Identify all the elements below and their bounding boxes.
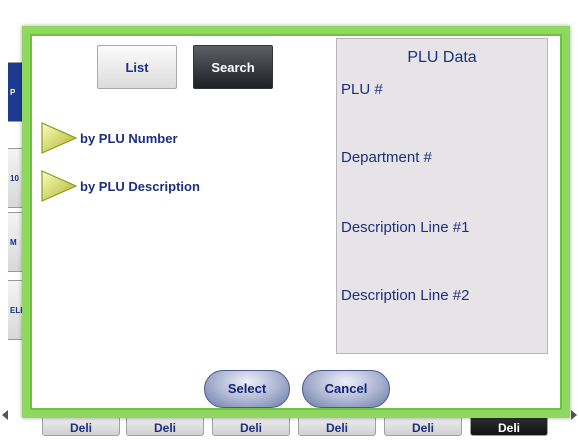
- description-line-2-label: Description Line #2: [341, 287, 470, 304]
- triangle-arrow-icon: [41, 170, 78, 202]
- option-label: by PLU Description: [80, 178, 200, 194]
- plu-lookup-dialog: List Search by PLU Number by PLU Descrip…: [22, 26, 570, 418]
- search-by-plu-description-option[interactable]: by PLU Description: [40, 169, 200, 203]
- plu-data-title: PLU Data: [407, 49, 477, 66]
- description-line-1-label: Description Line #1: [341, 219, 470, 236]
- department-number-label: Department #: [341, 149, 432, 166]
- search-by-plu-number-option[interactable]: by PLU Number: [40, 121, 178, 155]
- plu-number-label: PLU #: [341, 81, 383, 98]
- select-button[interactable]: Select: [204, 370, 290, 408]
- search-button[interactable]: Search: [193, 45, 273, 89]
- plu-data-panel: PLU Data PLU # Department # Description …: [336, 38, 548, 354]
- list-button[interactable]: List: [97, 45, 177, 89]
- option-label: by PLU Number: [80, 130, 178, 146]
- triangle-arrow-icon: [41, 122, 78, 154]
- cancel-button[interactable]: Cancel: [302, 370, 390, 408]
